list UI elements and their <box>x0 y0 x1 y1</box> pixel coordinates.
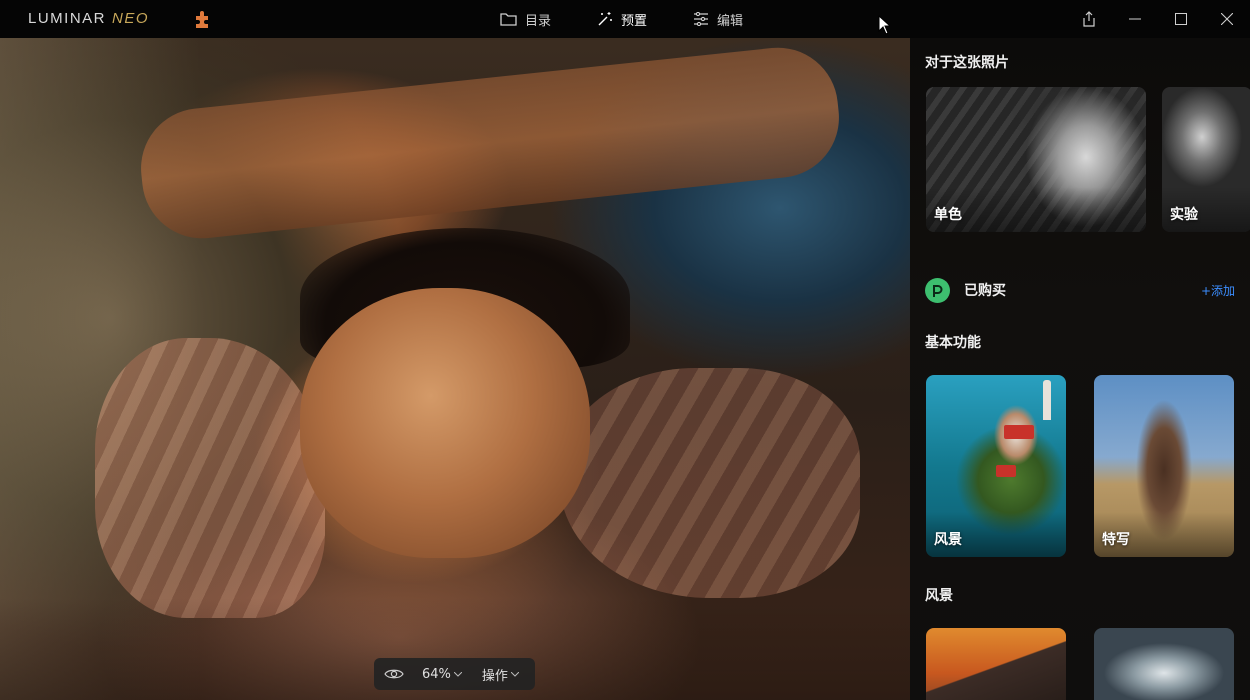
photo-region <box>300 288 590 558</box>
app-logo: LUMINAR NEO <box>28 10 149 27</box>
nav-tab-catalog[interactable]: 目录 <box>500 10 551 29</box>
purchased-row[interactable]: 已购买 +添加 <box>925 277 1235 303</box>
add-link[interactable]: +添加 <box>1201 282 1235 299</box>
nav-tab-label: 目录 <box>525 13 552 29</box>
purchased-badge-icon <box>925 277 950 303</box>
main-nav: 目录 预置 编辑 <box>500 0 789 38</box>
preset-card-label: 单色 <box>934 207 962 223</box>
preset-card-experimental[interactable]: 实验 <box>1162 87 1250 232</box>
magic-wand-icon <box>598 12 613 26</box>
preset-card-mono[interactable]: 单色 <box>926 87 1146 232</box>
chevron-down-icon <box>510 671 519 677</box>
zoom-value: 64% <box>422 666 451 682</box>
section-title-landscape: 风景 <box>925 588 953 604</box>
preset-card-label: 风景 <box>934 532 962 548</box>
close-icon[interactable] <box>1204 0 1250 38</box>
section-title-about-photo: 对于这张照片 <box>925 55 1009 71</box>
logo-suffix: NEO <box>112 10 150 27</box>
minimize-icon[interactable] <box>1112 0 1158 38</box>
card-thumbnail-detail <box>1004 425 1034 439</box>
window-controls <box>1066 0 1250 38</box>
sliders-icon <box>694 12 709 26</box>
presets-panel: 对于这张照片 单色 实验 已购买 +添加 基本功能 风景 特写 风景 <box>910 38 1250 700</box>
eye-icon[interactable] <box>382 662 406 686</box>
purchased-label: 已购买 <box>964 283 1006 299</box>
logo-text: LUMINAR <box>28 10 107 27</box>
preset-card-landscape-1[interactable] <box>926 628 1066 700</box>
chevron-down-icon <box>453 671 462 677</box>
nav-tab-edit[interactable]: 编辑 <box>693 10 743 29</box>
canvas-toolbar: 64% 操作 <box>374 658 535 690</box>
preset-card-landscape-2[interactable] <box>1094 628 1234 700</box>
folder-icon <box>500 13 517 26</box>
section-title-basic: 基本功能 <box>925 335 981 351</box>
nav-tab-label: 编辑 <box>717 13 744 29</box>
share-icon[interactable] <box>1066 0 1112 38</box>
title-bar: LUMINAR NEO 目录 预置 编辑 <box>0 0 1250 38</box>
card-thumbnail-detail <box>1043 380 1051 420</box>
preset-card-landscape[interactable]: 风景 <box>926 375 1066 557</box>
preset-card-label: 特写 <box>1102 532 1130 548</box>
mouse-cursor-icon <box>878 15 890 35</box>
maximize-icon[interactable] <box>1158 0 1204 38</box>
zoom-dropdown[interactable]: 64% <box>422 667 462 682</box>
actions-dropdown[interactable]: 操作 <box>482 665 519 684</box>
extensions-puzzle-icon[interactable] <box>192 8 214 30</box>
nav-tab-presets[interactable]: 预置 <box>597 10 647 29</box>
preset-card-portrait[interactable]: 特写 <box>1094 375 1234 557</box>
photo-region <box>560 368 860 598</box>
nav-tab-label: 预置 <box>621 13 648 29</box>
card-thumbnail-detail <box>996 465 1016 477</box>
photo-region <box>95 338 325 618</box>
actions-label: 操作 <box>481 668 508 684</box>
preset-card-label: 实验 <box>1170 207 1198 223</box>
photo-canvas[interactable] <box>0 38 910 700</box>
photo-region <box>135 41 845 245</box>
